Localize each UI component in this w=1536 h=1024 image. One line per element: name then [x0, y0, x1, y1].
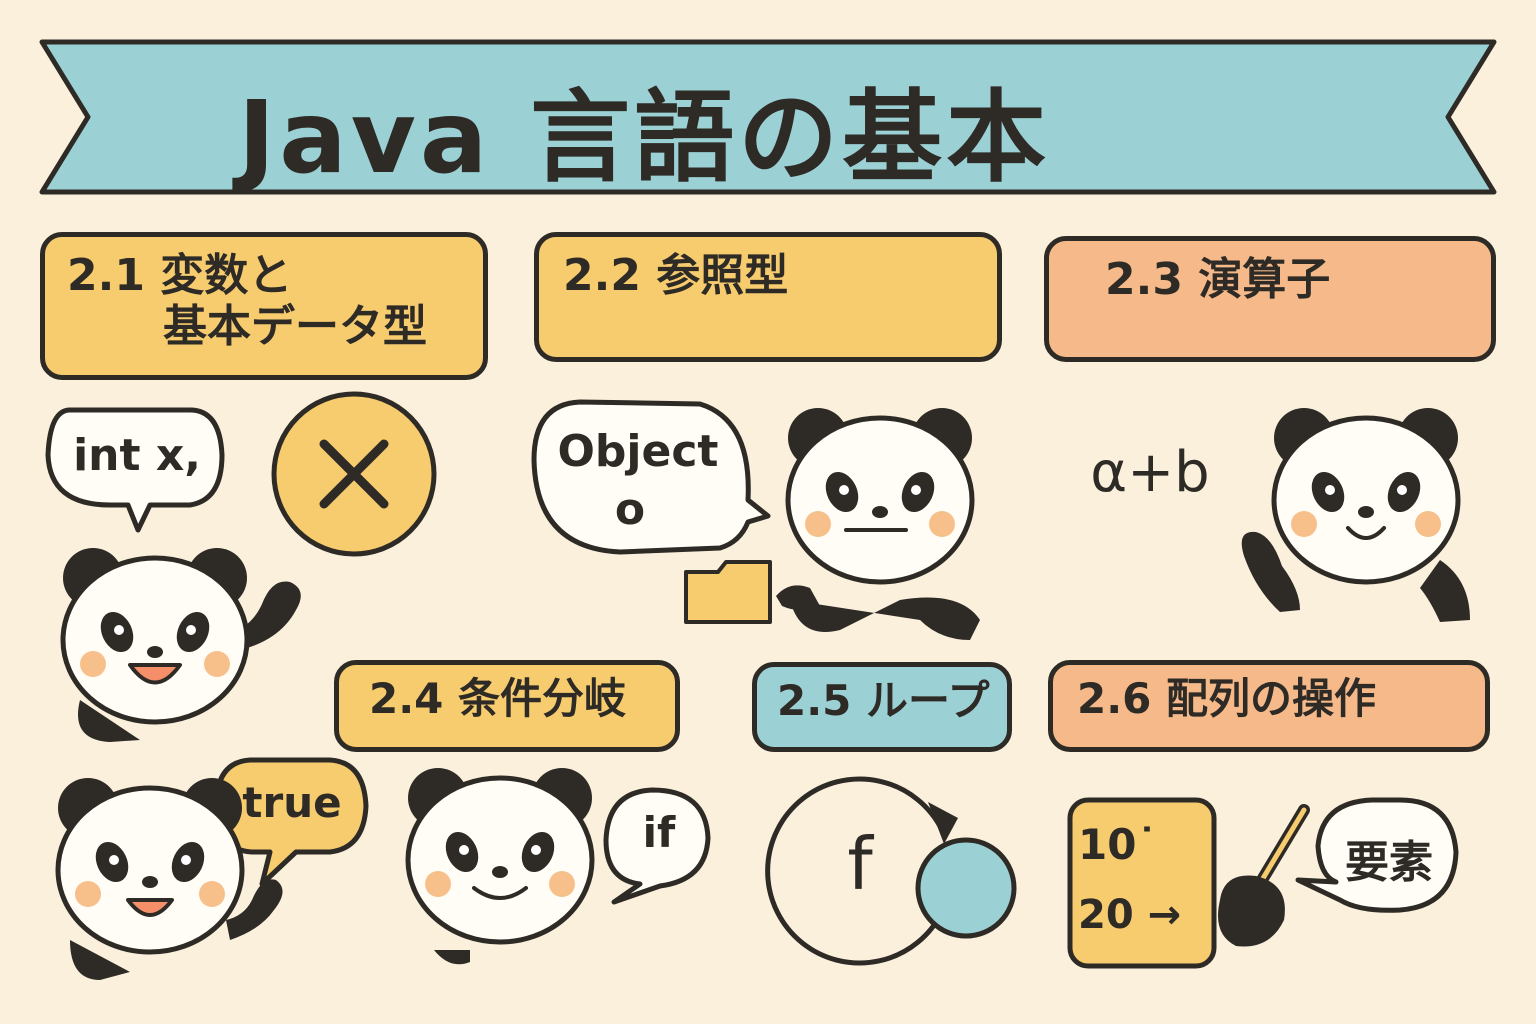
variables-bubble-text: int x, [73, 430, 201, 481]
element-bubble-text: 要素 [1345, 837, 1433, 888]
panda-icon [408, 768, 592, 965]
loop-function-text: f [847, 822, 873, 906]
illustrations-layer [45, 391, 1470, 980]
true-bubble-text: true [242, 778, 342, 827]
operator-expression: α+b [1090, 440, 1210, 505]
panda-icon [776, 408, 980, 640]
array-line-2: 20 → [1078, 892, 1182, 938]
close-icon [271, 391, 437, 557]
panda-icon [1241, 408, 1470, 622]
array-line-1: 10˙ [1078, 820, 1158, 869]
pointer-stick-icon [1218, 804, 1310, 947]
if-bubble-text: if [642, 808, 676, 857]
object-bubble-line2: o [614, 484, 646, 535]
panda-icon [63, 548, 301, 742]
folder-icon [684, 560, 772, 624]
object-bubble-line1: Object [557, 426, 719, 477]
